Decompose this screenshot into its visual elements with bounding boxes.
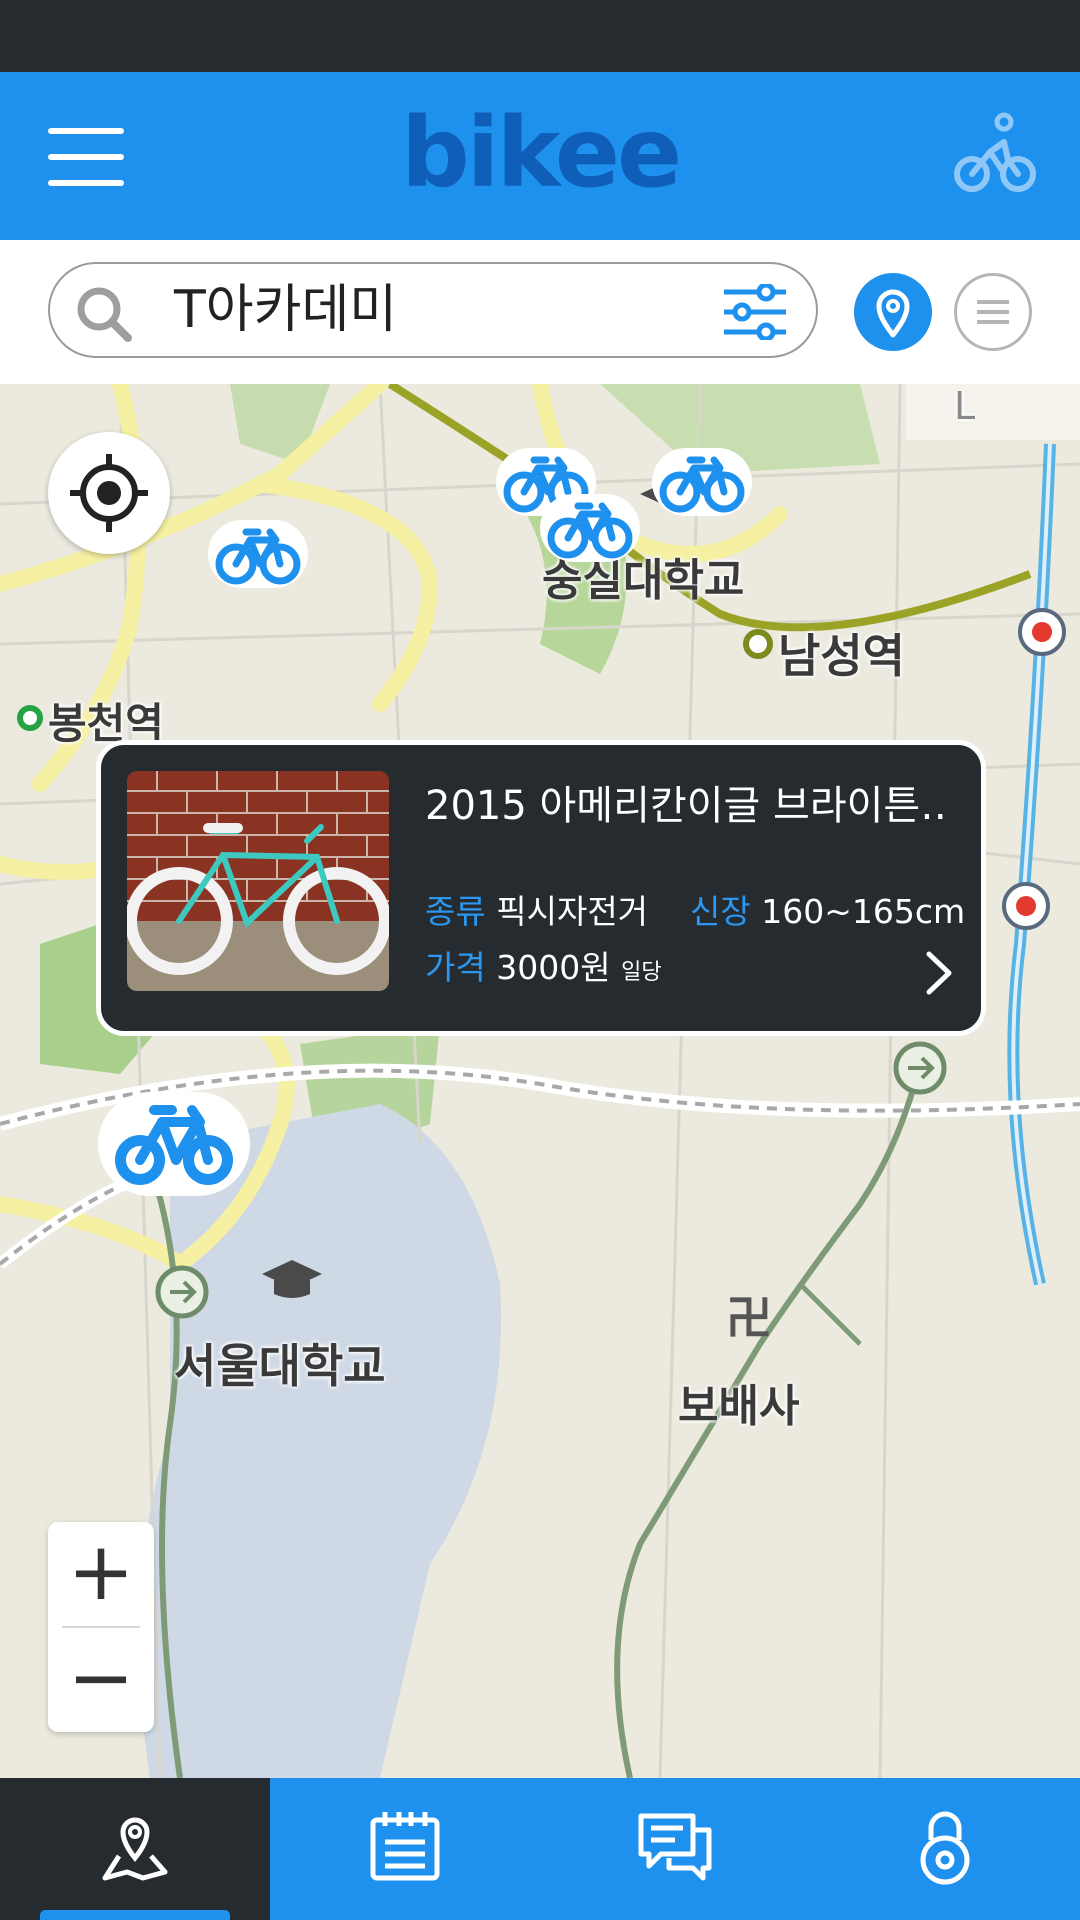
map-label-bobaesa: 보배사 bbox=[678, 1381, 800, 1432]
lock-icon bbox=[905, 1806, 985, 1886]
search-icon bbox=[74, 284, 134, 344]
chat-icon bbox=[635, 1806, 715, 1886]
bike-marker[interactable] bbox=[650, 446, 754, 522]
active-tab-indicator bbox=[40, 1910, 230, 1920]
tab-map[interactable] bbox=[0, 1778, 270, 1920]
price-value: 3000원 bbox=[496, 948, 611, 987]
status-bar bbox=[0, 0, 1080, 72]
map-label-namseong-station: 남성역 bbox=[778, 629, 905, 683]
app-logo: bikee bbox=[400, 97, 682, 209]
bike-info-popup[interactable]: 2015 아메리칸이글 브라이튼‥ 종류 픽시자전거 신장 160~165cm … bbox=[96, 740, 986, 1036]
bike-photo bbox=[127, 771, 389, 991]
bottom-nav bbox=[0, 1778, 1080, 1920]
bike-price-row: 가격 3000원 일당 bbox=[425, 941, 662, 989]
map-label-snu: 서울대학교 bbox=[174, 1339, 386, 1393]
my-location-icon[interactable] bbox=[48, 432, 170, 554]
zoom-in-button[interactable]: + bbox=[48, 1522, 154, 1626]
tab-calendar[interactable] bbox=[270, 1778, 540, 1920]
map-view[interactable]: 卍 숭실대학교 남성역 봉천역 서울대학교 보배사 L 2015 아메리칸이글 … bbox=[0, 384, 1080, 1778]
filter-sliders-icon[interactable] bbox=[722, 282, 788, 342]
type-key: 종류 bbox=[425, 892, 486, 931]
bike-marker[interactable] bbox=[538, 492, 642, 568]
list-icon[interactable] bbox=[954, 273, 1032, 351]
tab-chat[interactable] bbox=[540, 1778, 810, 1920]
svg-text:卍: 卍 bbox=[726, 1291, 772, 1345]
bike-title: 2015 아메리칸이글 브라이튼‥ bbox=[425, 783, 947, 829]
height-key: 신장 bbox=[690, 892, 751, 931]
zoom-control: + − bbox=[48, 1522, 154, 1732]
calendar-icon bbox=[365, 1806, 445, 1886]
selected-bike-marker[interactable] bbox=[96, 1090, 252, 1202]
map-icon bbox=[95, 1806, 175, 1886]
map-label-corner: L bbox=[954, 384, 976, 428]
bike-marker[interactable] bbox=[206, 518, 310, 594]
tab-lock[interactable] bbox=[810, 1778, 1080, 1920]
search-field[interactable]: T아카데미 bbox=[48, 262, 818, 358]
search-input[interactable]: T아카데미 bbox=[174, 264, 397, 356]
price-key: 가격 bbox=[425, 948, 486, 987]
price-unit: 일당 bbox=[621, 960, 662, 985]
cyclist-icon[interactable] bbox=[952, 112, 1038, 198]
app-header: bikee bbox=[0, 72, 1080, 240]
map-background: 卍 bbox=[0, 384, 1080, 1778]
chevron-right-icon[interactable] bbox=[925, 950, 955, 996]
type-value: 픽시자전거 bbox=[496, 892, 649, 931]
bike-specs-row: 종류 픽시자전거 신장 160~165cm bbox=[425, 885, 965, 933]
height-value: 160~165cm bbox=[761, 892, 966, 931]
search-row: T아카데미 bbox=[0, 240, 1080, 384]
map-pin-icon[interactable] bbox=[854, 273, 932, 351]
zoom-out-button[interactable]: − bbox=[48, 1628, 154, 1732]
